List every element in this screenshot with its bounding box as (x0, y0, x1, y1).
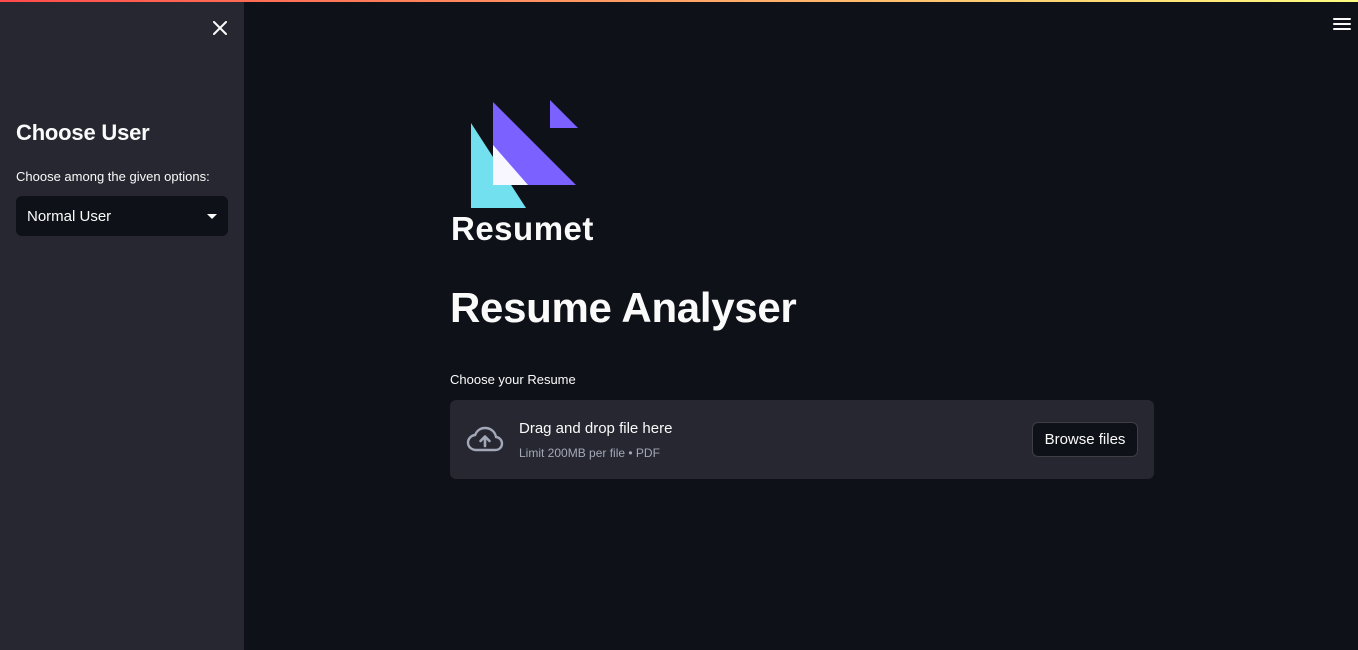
user-select[interactable]: Normal User (16, 196, 228, 236)
page-title: Resume Analyser (450, 284, 797, 331)
browse-files-button[interactable]: Browse files (1032, 422, 1138, 457)
close-icon (213, 21, 227, 35)
cloud-upload-icon (466, 426, 504, 452)
user-select-label: Choose among the given options: (16, 169, 210, 184)
main-menu-button[interactable] (1333, 18, 1351, 32)
sidebar: Choose User Choose among the given optio… (0, 2, 244, 650)
sidebar-title: Choose User (16, 120, 150, 145)
file-uploader-label: Choose your Resume (450, 372, 576, 387)
file-dropzone[interactable]: Drag and drop file here Limit 200MB per … (450, 400, 1154, 479)
hamburger-menu-icon (1333, 18, 1351, 20)
close-sidebar-button[interactable] (208, 16, 232, 40)
user-select-value: Normal User (27, 207, 112, 225)
logo-wordmark: Resumet (451, 210, 594, 247)
caret-down-icon (207, 213, 217, 219)
dropzone-limit-text: Limit 200MB per file • PDF (519, 446, 660, 460)
dropzone-title: Drag and drop file here (519, 420, 673, 437)
